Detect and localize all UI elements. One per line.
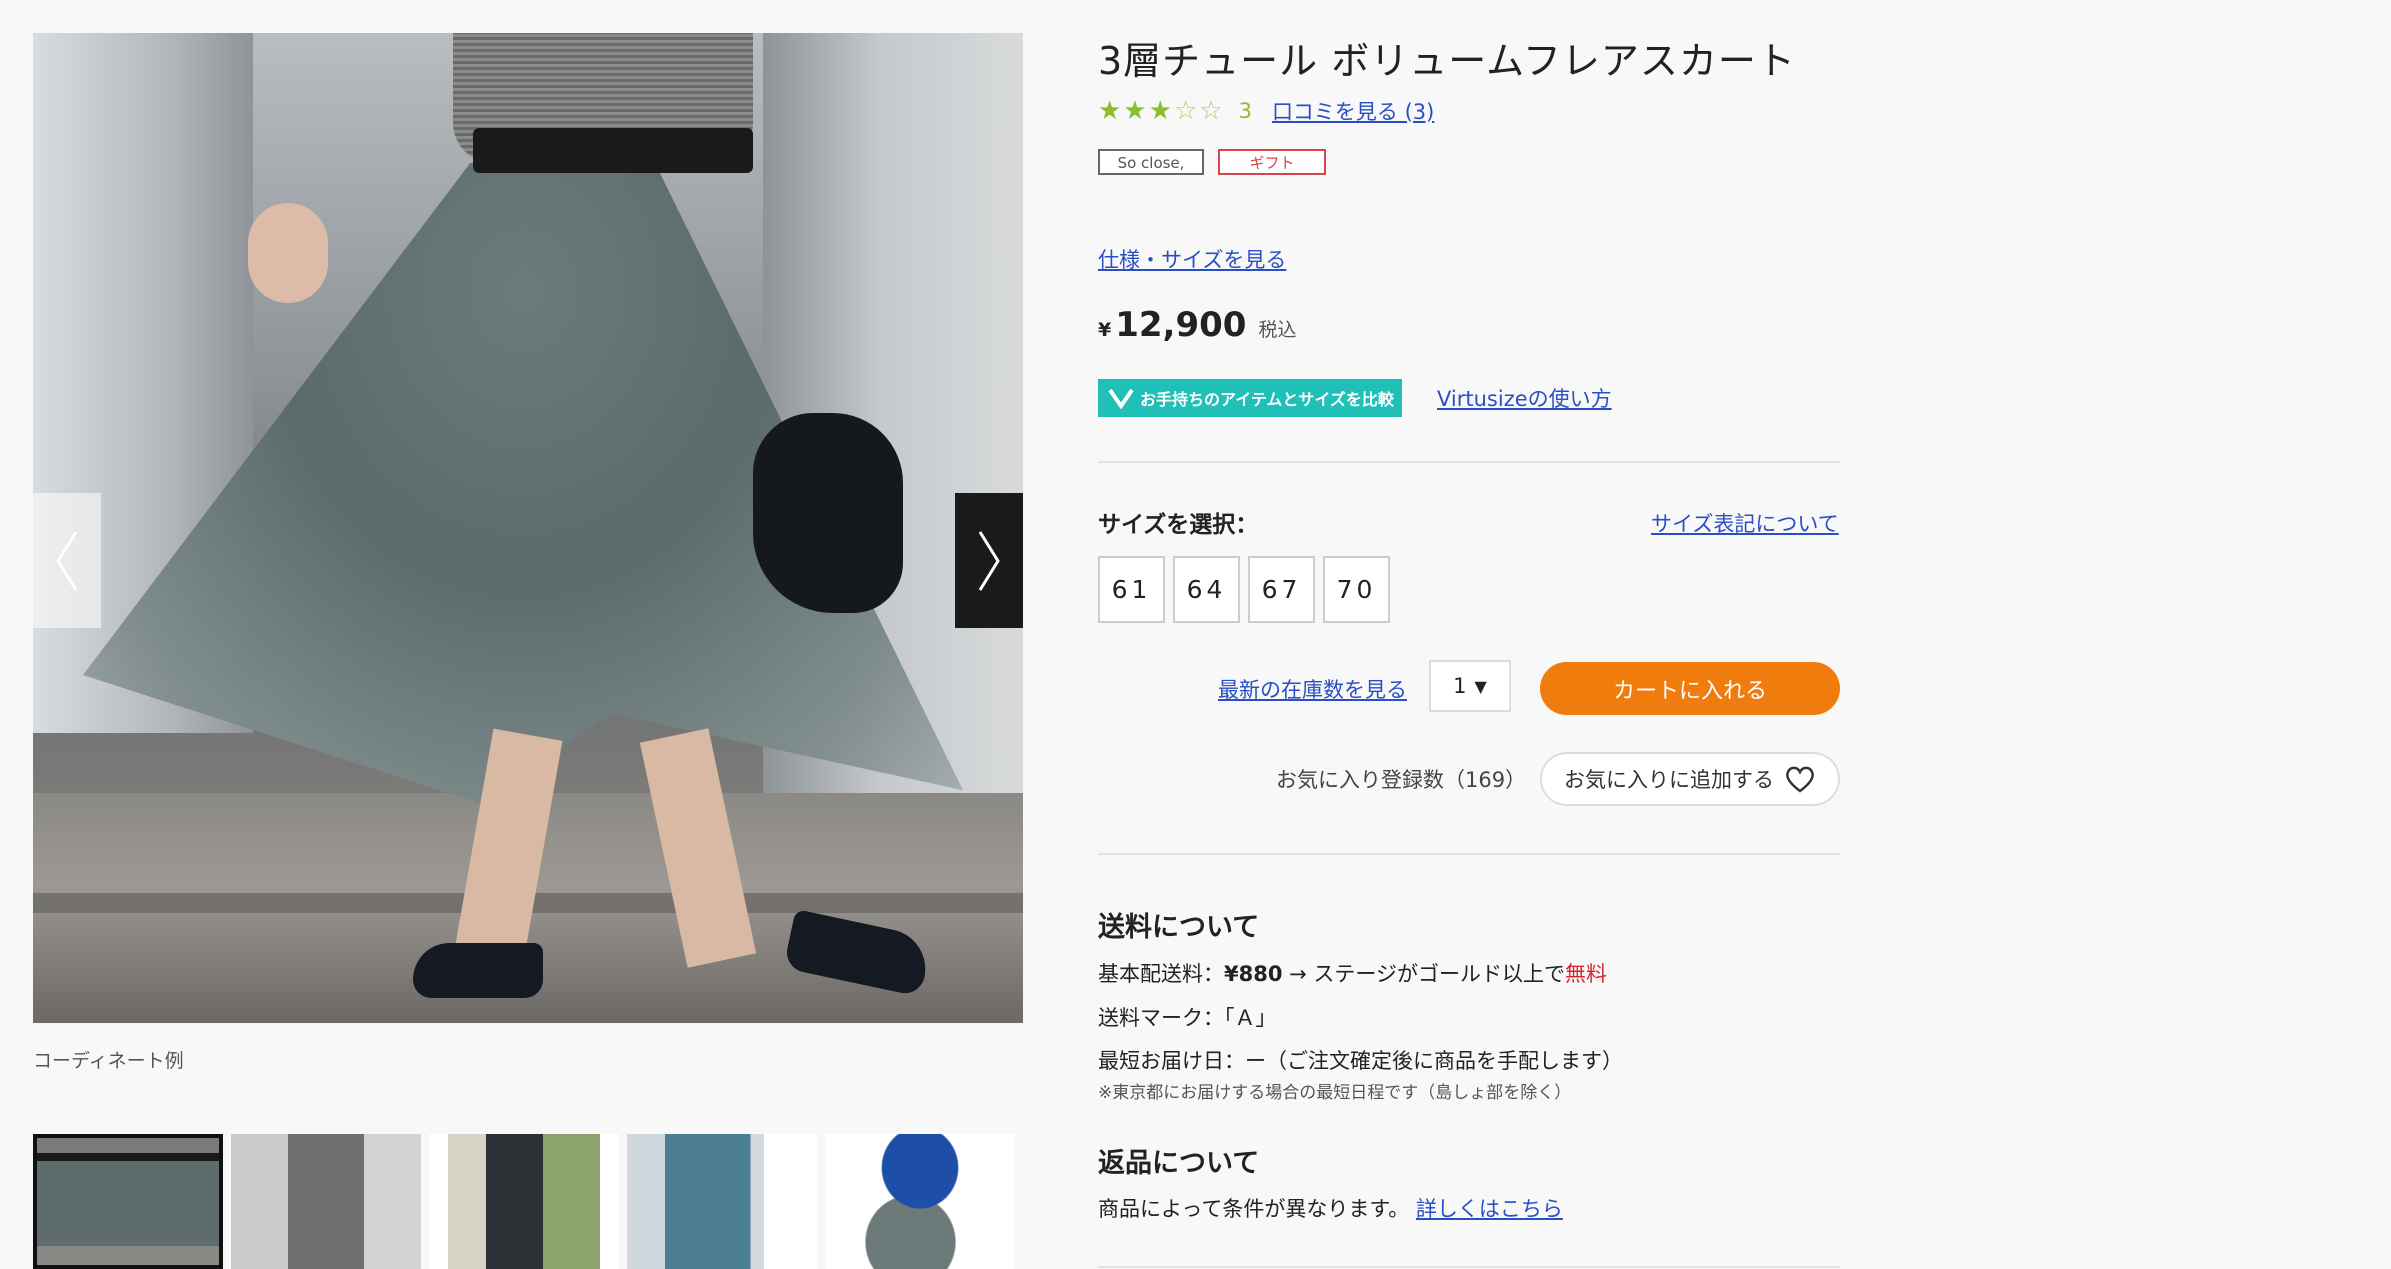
- size-select-label: サイズを選択：: [1098, 512, 1259, 538]
- price-amount: 12,900: [1115, 305, 1247, 345]
- size-option-70[interactable]: 70: [1323, 556, 1390, 623]
- add-favorite-button[interactable]: お気に入りに追加する: [1540, 752, 1840, 806]
- thumbnail-image: [627, 1134, 817, 1269]
- base-fee-amount: ¥880: [1224, 962, 1283, 986]
- quantity-select[interactable]: 1 ▼: [1429, 660, 1511, 712]
- gallery-next-button[interactable]: [955, 493, 1023, 628]
- thumbnail-strip: [33, 1134, 1023, 1269]
- price-row: ¥ 12,900 税込: [1098, 305, 1296, 345]
- size-option-67[interactable]: 67: [1248, 556, 1315, 623]
- gold-stage-text: → ステージがゴールド以上で: [1282, 962, 1565, 986]
- returns-section-title: 返品について: [1098, 1148, 1260, 1179]
- size-option-64[interactable]: 64: [1173, 556, 1240, 623]
- chevron-left-icon: [56, 530, 78, 591]
- thumbnail-5[interactable]: [825, 1134, 1015, 1269]
- shipping-mark: 送料マーク：「Ａ」: [1098, 1006, 1277, 1030]
- favorite-count: お気に入り登録数（169）: [1276, 768, 1527, 792]
- chevron-right-icon: [978, 530, 1000, 591]
- black-shoe: [413, 943, 543, 998]
- size-options: 61 64 67 70: [1098, 556, 1390, 623]
- brand-tag: So close,: [1098, 149, 1204, 175]
- thumbnail-image: [429, 1134, 619, 1269]
- image-caption: コーディネート例: [33, 1050, 184, 1072]
- virtusize-compare-button[interactable]: お手持ちのアイテムとサイズを比較: [1098, 379, 1402, 417]
- quantity-value: 1: [1453, 674, 1467, 698]
- divider: [1098, 853, 1840, 855]
- returns-text: 商品によって条件が異なります。: [1098, 1197, 1410, 1221]
- heart-icon: [1786, 766, 1814, 793]
- thumbnail-1[interactable]: [33, 1134, 223, 1269]
- rating-value: 3: [1238, 99, 1252, 123]
- product-tags: So close, ギフト: [1098, 149, 1326, 175]
- thumbnail-2[interactable]: [231, 1134, 421, 1269]
- skirt-waistband: [473, 128, 753, 173]
- tax-label: 税込: [1258, 319, 1297, 341]
- shipping-section-title: 送料について: [1098, 912, 1260, 943]
- thumbnail-image: [37, 1138, 219, 1265]
- add-favorite-label: お気に入りに追加する: [1564, 768, 1774, 792]
- virtusize-help-link[interactable]: Virtusizeの使い方: [1437, 383, 1612, 413]
- divider: [1098, 1266, 1840, 1268]
- size-notation-link[interactable]: サイズ表記について: [1651, 508, 1839, 538]
- filled-stars: ★★★: [1098, 96, 1174, 126]
- virtusize-button-label: お手持ちのアイテムとサイズを比較: [1140, 390, 1394, 409]
- spec-size-link[interactable]: 仕様・サイズを見る: [1098, 244, 1286, 274]
- gift-tag: ギフト: [1218, 149, 1326, 175]
- divider: [1098, 461, 1840, 463]
- empty-stars: ☆☆: [1173, 96, 1225, 126]
- free-shipping-label: 無料: [1564, 962, 1607, 986]
- base-fee-label: 基本配送料：: [1098, 962, 1224, 986]
- reviews-link[interactable]: 口コミを見る (3): [1272, 96, 1434, 126]
- size-option-61[interactable]: 61: [1098, 556, 1165, 623]
- black-bag: [753, 413, 903, 613]
- add-to-cart-button[interactable]: カートに入れる: [1540, 662, 1840, 715]
- gallery-prev-button[interactable]: [33, 493, 101, 628]
- chevron-down-icon: ▼: [1474, 676, 1487, 696]
- thumbnail-image: [231, 1134, 421, 1269]
- virtusize-logo-icon: [1108, 388, 1134, 409]
- thumbnail-4[interactable]: [627, 1134, 817, 1269]
- main-product-image[interactable]: [33, 33, 1023, 1023]
- product-title: 3層チュール ボリュームフレアスカート: [1098, 39, 1796, 83]
- returns-detail-link[interactable]: 詳しくはこちら: [1416, 1197, 1563, 1221]
- currency-symbol: ¥: [1098, 319, 1112, 341]
- rating-row: ★★★☆☆ 3 口コミを見る (3): [1098, 96, 1434, 126]
- thumbnail-3[interactable]: [429, 1134, 619, 1269]
- thumbnail-image: [825, 1134, 1015, 1269]
- earliest-delivery: 最短お届け日：ー（ご注文確定後に商品を手配します）: [1098, 1049, 1623, 1073]
- returns-text-line: 商品によって条件が異なります。 詳しくはこちら: [1098, 1193, 1563, 1223]
- shipping-base-fee: 基本配送料：¥880 → ステージがゴールド以上で無料: [1098, 958, 1607, 988]
- stock-check-link[interactable]: 最新の在庫数を見る: [1218, 674, 1407, 704]
- delivery-note: ※東京都にお届けする場合の最短日程です（島しょ部を除く）: [1098, 1083, 1572, 1103]
- star-rating-icon: ★★★☆☆: [1098, 96, 1225, 126]
- model-hand: [248, 203, 328, 303]
